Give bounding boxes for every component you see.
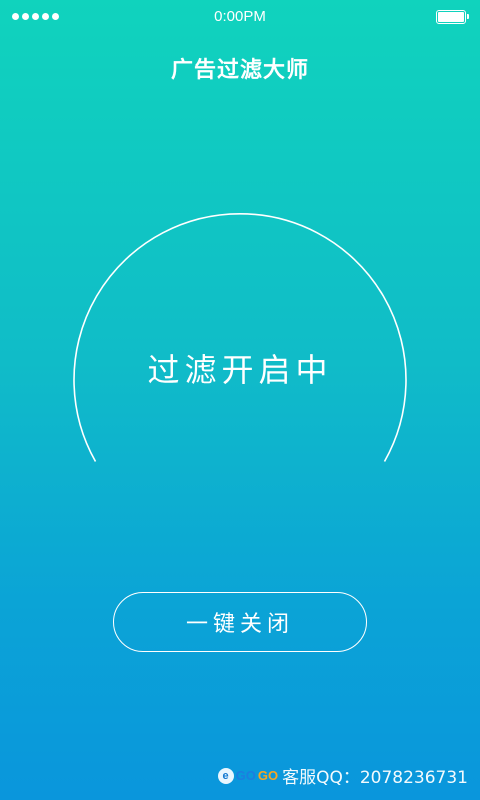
status-time: 0:00PM: [214, 8, 266, 25]
e-logo-icon: e: [217, 767, 234, 784]
status-arc: [73, 213, 407, 462]
filter-status-ring: [73, 213, 407, 462]
watermark: e GO GO 客服QQ：2078236731: [217, 763, 468, 788]
filter-status-text: 过滤开启中: [147, 351, 333, 389]
page-title: 广告过滤大师: [170, 58, 309, 83]
watermark-logo-text: GO: [257, 768, 279, 783]
watermark-logo-text: GO: [235, 768, 256, 783]
battery-icon: [436, 10, 469, 24]
watermark-logo: e GO GO: [217, 767, 279, 784]
status-bar: 0:00PM: [0, 0, 480, 36]
support-qq-text: 客服QQ：2078236731: [282, 768, 468, 788]
one-click-close-button[interactable]: 一键关闭: [113, 592, 367, 652]
